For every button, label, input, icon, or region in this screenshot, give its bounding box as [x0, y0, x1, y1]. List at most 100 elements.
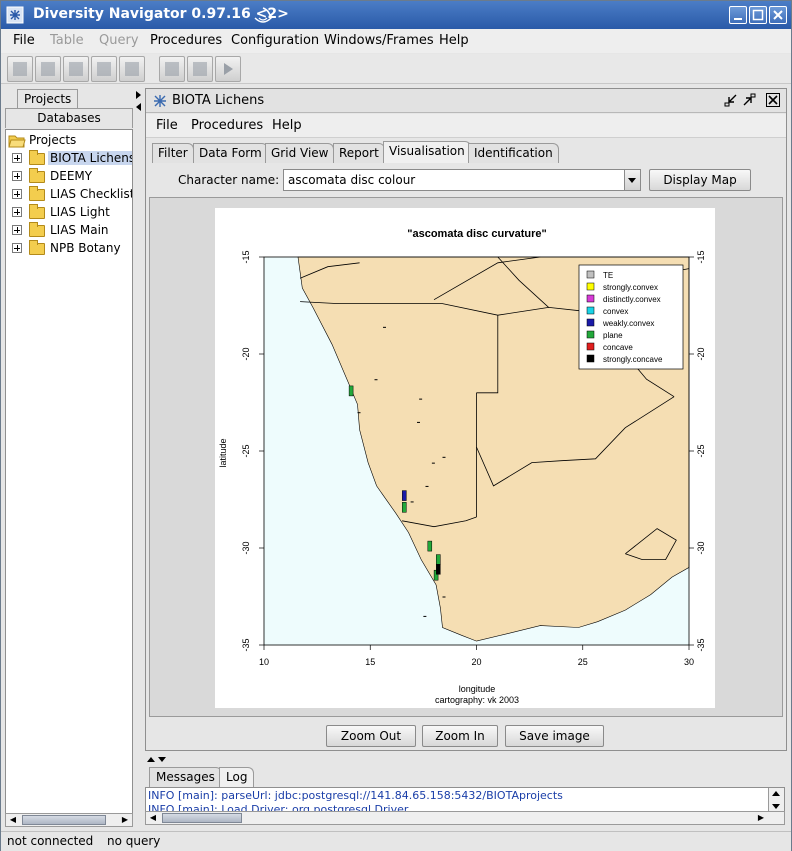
- zoom-in-button[interactable]: Zoom In: [422, 725, 498, 747]
- map-title: "ascomata disc curvature": [407, 228, 546, 240]
- tab-report[interactable]: Report: [333, 143, 385, 163]
- minimize-icon: [734, 18, 742, 20]
- map-feature: [442, 596, 446, 598]
- tree-item-lias-checklists[interactable]: LIAS Checklists: [6, 186, 132, 204]
- toolbar-button-6[interactable]: [159, 56, 185, 82]
- log-vertical-scrollbar[interactable]: [768, 788, 784, 812]
- open-folder-icon: [8, 135, 26, 148]
- iconify-icon[interactable]: [724, 93, 738, 107]
- tab-grid-view[interactable]: Grid View: [265, 143, 335, 163]
- map-feature: [417, 421, 420, 423]
- legend-label: strongly.concave: [603, 355, 663, 364]
- menu-help[interactable]: Help: [439, 33, 469, 48]
- minimize-button[interactable]: [729, 6, 747, 24]
- folder-icon: [29, 222, 45, 237]
- folder-icon: [29, 168, 45, 183]
- x-tick-label: 25: [578, 657, 588, 667]
- display-map-button[interactable]: Display Map: [649, 169, 751, 191]
- chevron-down-icon: [628, 178, 636, 183]
- tree-item-lias-light[interactable]: LIAS Light: [6, 204, 132, 222]
- table-icon: [13, 62, 27, 76]
- tree-root[interactable]: Projects: [6, 132, 132, 150]
- tree-horizontal-scrollbar[interactable]: ◀ ▶: [5, 813, 133, 827]
- legend-swatch: [586, 270, 595, 279]
- save-image-button[interactable]: Save image: [505, 725, 604, 747]
- tree-item-deemy[interactable]: DEEMY: [6, 168, 132, 186]
- x-tick-label: 10: [259, 657, 269, 667]
- tree-item-label: LIAS Light: [50, 205, 110, 219]
- legend-label: TE: [603, 271, 613, 280]
- y-tick-label-left: -15: [241, 250, 251, 263]
- map-point: [402, 490, 407, 501]
- status-connection: not connected: [7, 834, 94, 848]
- character-row: Character name: ascomata disc colour Dis…: [146, 167, 786, 193]
- title-decoration-icon: [254, 7, 272, 23]
- menu-query: Query: [99, 33, 139, 48]
- zoom-out-button[interactable]: Zoom Out: [326, 725, 416, 747]
- toolbar-button-7[interactable]: [187, 56, 213, 82]
- log-horizontal-scrollbar[interactable]: ◀ ▶: [145, 811, 785, 825]
- frame-menu-help[interactable]: Help: [272, 118, 302, 133]
- map-feature: [410, 501, 414, 503]
- frame-close-icon[interactable]: [766, 93, 780, 107]
- scroll-right-icon[interactable]: ▶: [118, 814, 132, 826]
- expand-icon[interactable]: [12, 189, 22, 199]
- scroll-up-down-icon[interactable]: [769, 788, 783, 812]
- internal-frame-title: BIOTA Lichens: [172, 93, 265, 108]
- toolbar-button-1[interactable]: [7, 56, 33, 82]
- tab-filter[interactable]: Filter: [152, 143, 194, 163]
- messages-splitter[interactable]: [145, 753, 787, 763]
- tree-item-label: LIAS Checklists: [50, 187, 133, 201]
- splitter-toggle-icon[interactable]: [145, 754, 175, 764]
- menu-procedures[interactable]: Procedures: [150, 33, 222, 48]
- tab-data-form[interactable]: Data Form: [193, 143, 268, 163]
- map-xlabel: longitude: [459, 684, 496, 694]
- restore-icon[interactable]: [742, 93, 756, 107]
- toolbar-button-3[interactable]: [63, 56, 89, 82]
- tab-databases[interactable]: Databases: [5, 108, 133, 128]
- tree-item-npb-botany[interactable]: NPB Botany: [6, 240, 132, 258]
- expand-icon[interactable]: [12, 207, 22, 217]
- dropdown-arrow[interactable]: [624, 170, 640, 190]
- tree-item-label: NPB Botany: [50, 241, 121, 255]
- play-icon: [224, 63, 233, 75]
- menu-windows-frames[interactable]: Windows/Frames: [324, 33, 434, 48]
- tree-item-lias-main[interactable]: LIAS Main: [6, 222, 132, 240]
- close-button[interactable]: [769, 6, 787, 24]
- tab-messages[interactable]: Messages: [149, 767, 222, 787]
- expand-icon[interactable]: [12, 171, 22, 181]
- tab-log[interactable]: Log: [219, 767, 255, 787]
- toolbar-button-5[interactable]: [119, 56, 145, 82]
- expand-icon[interactable]: [12, 153, 22, 163]
- scroll-right-icon[interactable]: ▶: [754, 812, 768, 824]
- map-point: [348, 385, 354, 397]
- map-feature: [374, 379, 378, 381]
- expand-icon[interactable]: [12, 225, 22, 235]
- splitter-arrows-icon[interactable]: [135, 89, 143, 113]
- tab-visualisation[interactable]: Visualisation: [383, 141, 471, 163]
- scroll-left-icon[interactable]: ◀: [146, 812, 160, 824]
- map-feature: [357, 412, 361, 414]
- log-area[interactable]: INFO [main]: parseUrl: jdbc:postgresql:/…: [145, 787, 785, 813]
- folder-icon: [29, 204, 45, 219]
- scroll-left-icon[interactable]: ◀: [6, 814, 20, 826]
- toolbar-button-4[interactable]: [91, 56, 117, 82]
- scroll-thumb[interactable]: [162, 813, 242, 823]
- tree-item-label: LIAS Main: [50, 223, 109, 237]
- toolbar-button-2[interactable]: [35, 56, 61, 82]
- tab-projects[interactable]: Projects: [17, 89, 79, 109]
- expand-icon[interactable]: [12, 243, 22, 253]
- character-select[interactable]: ascomata disc colour: [283, 169, 641, 191]
- frame-menu-procedures[interactable]: Procedures: [191, 118, 263, 133]
- frame-menu-file[interactable]: File: [156, 118, 178, 133]
- legend-label: distinctly.convex: [603, 295, 661, 304]
- y-tick-label-right: -15: [696, 250, 706, 263]
- menu-configuration[interactable]: Configuration: [231, 33, 319, 48]
- menu-file[interactable]: File: [13, 33, 35, 48]
- maximize-button[interactable]: [749, 6, 767, 24]
- tab-identification[interactable]: Identification: [468, 143, 559, 163]
- tree-item-biota-lichens[interactable]: BIOTA Lichens: [6, 150, 132, 168]
- toolbar-button-8[interactable]: [215, 56, 241, 82]
- scroll-thumb[interactable]: [22, 815, 106, 825]
- map-feature: [442, 456, 446, 458]
